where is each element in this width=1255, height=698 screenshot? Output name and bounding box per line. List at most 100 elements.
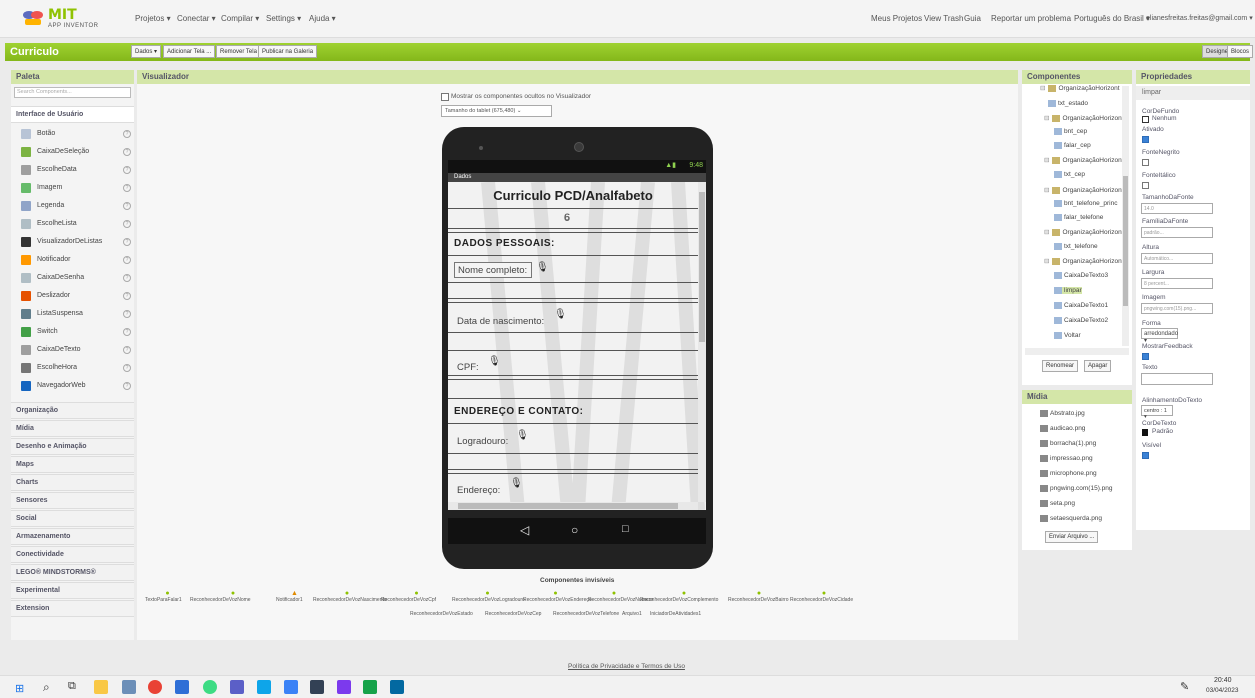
invisible-component[interactable]: ● ReconhecedorDeVozLogradouro — [452, 590, 525, 603]
menu-ajuda[interactable]: Ajuda ▾ — [309, 14, 336, 23]
tree-item[interactable]: ⊟ OrganizaçãoHorizont — [1044, 228, 1124, 236]
invisible-component[interactable]: ● ReconhecedorDeVozCpf — [381, 590, 452, 603]
upload-file-button[interactable]: Enviar Arquivo ... — [1045, 531, 1099, 543]
remove-screen-button[interactable]: Remover Tela — [216, 45, 261, 58]
italico-checkbox[interactable] — [1142, 182, 1149, 189]
media-file[interactable]: impressao.png — [1040, 455, 1093, 462]
ear-icon[interactable]: 𝟔 — [564, 212, 570, 225]
help-icon[interactable]: ? — [123, 346, 131, 354]
home-icon[interactable]: ○ — [571, 523, 578, 537]
app-inventor-logo[interactable]: MIT APP INVENTOR — [22, 6, 102, 32]
text-color-swatch[interactable] — [1142, 429, 1148, 436]
palette-category[interactable]: Maps — [11, 456, 134, 473]
media-file[interactable]: setaesquerda.png — [1040, 515, 1102, 522]
screen-select-button[interactable]: Dados ▾ — [131, 45, 162, 58]
palette-category[interactable]: Desenho e Animação — [11, 438, 134, 455]
calculator-icon[interactable] — [122, 680, 136, 694]
tree-item[interactable]: CaixaDeTexto2 — [1054, 317, 1108, 324]
palette-category[interactable]: Sensores — [11, 492, 134, 509]
blocks-button[interactable]: Blocos — [1227, 45, 1254, 58]
android-studio-icon[interactable] — [203, 680, 217, 694]
app-icon[interactable] — [284, 680, 298, 694]
palette-item-escolhelista[interactable]: EscolheLista? — [21, 216, 131, 234]
publish-gallery-button[interactable]: Publicar na Galeria — [258, 45, 318, 58]
horizontal-scrollbar[interactable] — [448, 502, 698, 510]
microphone-icon[interactable]: 🎙 — [536, 262, 549, 273]
palette-category[interactable]: Conectividade — [11, 546, 134, 563]
tree-item[interactable]: txt_estado — [1048, 100, 1088, 107]
palette-item-imagem[interactable]: Imagem? — [21, 180, 131, 198]
tree-item[interactable]: Voltar — [1054, 332, 1081, 339]
tree-item[interactable]: bnt_telefone_princ — [1054, 200, 1118, 207]
help-icon[interactable]: ? — [123, 274, 131, 282]
help-icon[interactable]: ? — [123, 382, 131, 390]
palette-item-escolhedata[interactable]: EscolheData? — [21, 162, 131, 180]
visivel-checkbox[interactable] — [1142, 452, 1149, 459]
tree-item[interactable]: ⊟ OrganizaçãoHorizont — [1044, 257, 1124, 265]
ativado-checkbox[interactable] — [1142, 136, 1149, 143]
privacy-link[interactable]: Política de Privacidade e Termos de Uso — [568, 663, 685, 670]
media-file[interactable]: pngwing.com(15).png — [1040, 485, 1113, 492]
search-icon[interactable]: ⌕ — [43, 680, 50, 695]
microphone-icon[interactable]: 🎙 — [516, 430, 529, 441]
menu-compilar[interactable]: Compilar ▾ — [221, 14, 259, 23]
help-icon[interactable]: ? — [123, 166, 131, 174]
menu-projetos[interactable]: Projetos ▾ — [135, 14, 171, 23]
help-icon[interactable]: ? — [123, 364, 131, 372]
invisible-component[interactable]: Arquivo1 — [622, 611, 642, 617]
help-icon[interactable]: ? — [123, 328, 131, 336]
help-icon[interactable]: ? — [123, 256, 131, 264]
tree-item[interactable]: bnt_cep — [1054, 128, 1087, 135]
link-reportar-problema[interactable]: Reportar um problema — [991, 14, 1071, 23]
palette-search-input[interactable]: Search Components... — [14, 87, 131, 98]
app-icon[interactable] — [337, 680, 351, 694]
logradouro-button[interactable]: Logradouro: — [454, 434, 518, 450]
media-file[interactable]: audicao.png — [1040, 425, 1085, 432]
app-icon[interactable] — [257, 680, 271, 694]
teams-icon[interactable] — [230, 680, 244, 694]
menu-conectar[interactable]: Conectar ▾ — [177, 14, 216, 23]
palette-category[interactable]: LEGO® MINDSTORMS® — [11, 564, 134, 581]
help-icon[interactable]: ? — [123, 220, 131, 228]
show-hidden-checkbox[interactable] — [441, 93, 449, 101]
account-menu[interactable]: elianesfreitas.freitas@gmail.com ▾ — [1146, 14, 1253, 22]
collapse-icon[interactable]: ⊟ — [1044, 115, 1049, 122]
menu-settings[interactable]: Settings ▾ — [266, 14, 301, 23]
chrome-icon[interactable] — [148, 680, 162, 694]
palette-item-listasuspensa[interactable]: ListaSuspensa? — [21, 306, 131, 324]
help-icon[interactable]: ? — [123, 148, 131, 156]
pen-icon[interactable]: ✎ — [1180, 680, 1189, 693]
palette-item-legenda[interactable]: Legenda? — [21, 198, 131, 216]
components-scrollbar[interactable] — [1122, 86, 1129, 346]
altura-input[interactable]: Automático... — [1141, 253, 1213, 264]
link-meus-projetos[interactable]: Meus Projetos — [871, 14, 922, 23]
color-swatch[interactable] — [1142, 116, 1149, 123]
texto-input[interactable] — [1141, 373, 1213, 385]
alinhamento-select[interactable]: centro : 1 ▾ — [1141, 405, 1173, 420]
windows-start-icon[interactable]: ⊞ — [15, 682, 24, 695]
palette-item-caixadetexto[interactable]: CaixaDeTexto? — [21, 342, 131, 360]
palette-item-switch[interactable]: Switch? — [21, 324, 131, 342]
tree-item-selected[interactable]: limpar — [1054, 287, 1082, 295]
invisible-component[interactable]: ● ReconhecedorDeVozBairro — [728, 590, 790, 603]
media-file[interactable]: microphone.png — [1040, 470, 1097, 477]
invisible-component[interactable]: ReconhecedorDeVozCep — [485, 611, 541, 617]
help-icon[interactable]: ? — [123, 310, 131, 318]
tree-item[interactable]: ⊟ OrganizaçãoHorizont — [1044, 186, 1124, 194]
forma-select[interactable]: arredondado ▾ — [1141, 328, 1178, 344]
familia-fonte-input[interactable]: padrão... — [1141, 227, 1213, 238]
collapse-icon[interactable]: ⊟ — [1044, 187, 1049, 194]
tree-item[interactable]: CaixaDeTexto3 — [1054, 272, 1108, 279]
link-guia[interactable]: Guia — [964, 14, 981, 23]
app-icon[interactable] — [363, 680, 377, 694]
category-interface[interactable]: Interface de Usuário — [11, 106, 134, 123]
microphone-icon[interactable]: 🎙 — [510, 478, 523, 489]
help-icon[interactable]: ? — [123, 202, 131, 210]
largura-input[interactable]: 8 percent... — [1141, 278, 1213, 289]
tree-item[interactable]: txt_cep — [1054, 171, 1085, 178]
help-icon[interactable]: ? — [123, 130, 131, 138]
invisible-component[interactable]: ▲ Notificador1 — [276, 590, 313, 603]
invisible-component[interactable]: ● ReconhecedorDeVozEndereço — [523, 590, 592, 603]
help-icon[interactable]: ? — [123, 184, 131, 192]
tree-item[interactable]: falar_telefone — [1054, 214, 1103, 221]
